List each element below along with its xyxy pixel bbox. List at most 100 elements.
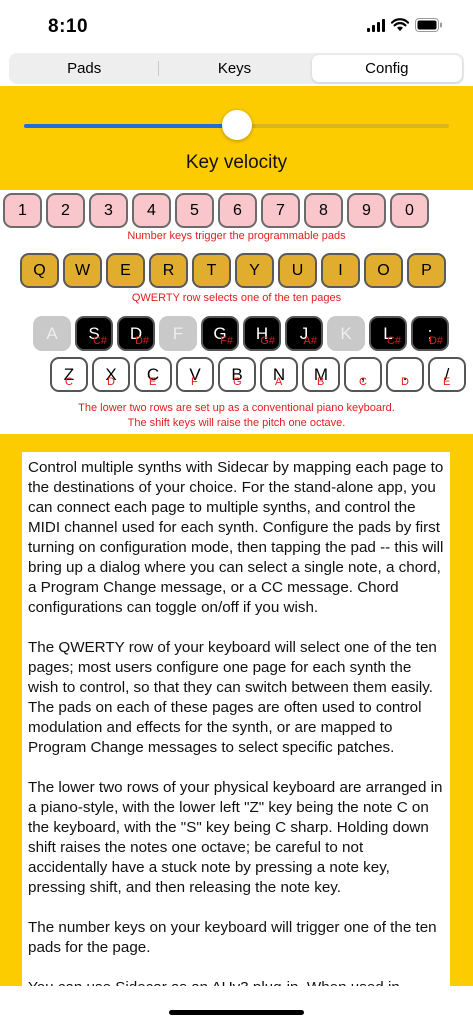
piano-natural-key[interactable]: BG (218, 357, 256, 392)
piano-natural-key[interactable]: VF (176, 357, 214, 392)
number-key[interactable]: 2 (46, 193, 85, 228)
key-note-label: D# (428, 335, 443, 347)
page-select-key[interactable]: R (149, 253, 188, 288)
piano-natural-key[interactable]: .D (386, 357, 424, 392)
number-key[interactable]: 8 (304, 193, 343, 228)
key-note-label: F (191, 376, 198, 388)
piano-natural-key[interactable]: XD (92, 357, 130, 392)
key-label: 5 (190, 201, 199, 219)
piano-natural-key[interactable]: ZC (50, 357, 88, 392)
piano-sharp-key[interactable]: A (33, 316, 71, 351)
key-note-label: C (65, 376, 73, 388)
status-bar: 8:10 (0, 0, 473, 52)
number-key[interactable]: 6 (218, 193, 257, 228)
piano-natural-key[interactable]: MB (302, 357, 340, 392)
piano-natural-key[interactable]: NA (260, 357, 298, 392)
number-key[interactable]: 4 (132, 193, 171, 228)
key-label: 4 (147, 201, 156, 219)
piano-caption-line-1: The lower two rows are set up as a conve… (78, 402, 395, 414)
velocity-slider-thumb[interactable] (221, 110, 252, 140)
page-select-key[interactable]: I (321, 253, 360, 288)
bottom-area (0, 986, 473, 1024)
help-text-view[interactable]: Control multiple synths with Sidecar by … (22, 452, 450, 986)
piano-natural-key[interactable]: / E (428, 357, 466, 392)
key-note-label: B (317, 376, 325, 388)
key-label: K (340, 323, 352, 343)
key-note-label: A# (303, 335, 317, 347)
key-note-label: D (107, 376, 115, 388)
key-label: 9 (362, 201, 371, 219)
status-time: 8:10 (48, 16, 89, 37)
piano-sharp-key[interactable]: D D# (117, 316, 155, 351)
page-select-key[interactable]: P (407, 253, 446, 288)
key-label: 7 (276, 201, 285, 219)
help-paragraph: You can use Sidecar as an AUv3 plug-in. … (28, 978, 444, 986)
piano-sharp-key[interactable]: G F# (201, 316, 239, 351)
key-label: 0 (405, 201, 414, 219)
help-paragraph: Control multiple synths with Sidecar by … (28, 459, 444, 616)
key-label: P (421, 261, 432, 279)
battery-icon (415, 18, 442, 32)
number-key[interactable]: 5 (175, 193, 214, 228)
key-note-label: A (275, 376, 283, 388)
piano-sharp-key[interactable]: L C# (369, 316, 407, 351)
velocity-label: Key velocity (185, 152, 288, 173)
key-label: W (74, 261, 91, 279)
key-label: 2 (61, 201, 70, 219)
key-note-label: G# (260, 335, 275, 347)
page-select-key[interactable]: W (63, 253, 102, 288)
page-select-key[interactable]: O (364, 253, 403, 288)
key-label: U (291, 261, 304, 279)
key-label: R (162, 261, 175, 279)
velocity-slider-fill (24, 124, 237, 128)
key-label: A (46, 323, 58, 343)
number-key[interactable]: 0 (390, 193, 429, 228)
piano-sharp-key-row: A S C# D D# F G F# H G# J A# K L C#; D# (33, 316, 449, 351)
page-select-key[interactable]: Y (235, 253, 274, 288)
key-label: O (377, 261, 390, 279)
tab-bar: Pads Keys Config (9, 53, 464, 84)
page-select-key[interactable]: T (192, 253, 231, 288)
number-keys-caption: Number keys trigger the programmable pad… (127, 230, 346, 242)
key-label: 3 (104, 201, 113, 219)
key-note-label: D (401, 376, 409, 388)
key-label: Y (249, 261, 260, 279)
number-key[interactable]: 1 (3, 193, 42, 228)
piano-sharp-key[interactable]: S C# (75, 316, 113, 351)
cellular-signal-icon (367, 18, 385, 32)
qwerty-key-row: Q WERTY UIO P (20, 253, 446, 288)
page-select-key[interactable]: Q (20, 253, 59, 288)
key-note-label: E (149, 376, 157, 388)
piano-sharp-key[interactable]: H G# (243, 316, 281, 351)
tab-config[interactable]: Config (311, 55, 462, 82)
key-note-label: G (233, 376, 242, 388)
piano-caption-line-2: The shift keys will raise the pitch one … (127, 417, 346, 429)
qwerty-caption: QWERTY row selects one of the ten pages (131, 292, 342, 304)
piano-sharp-key[interactable]: K (327, 316, 365, 351)
key-note-label: C (359, 376, 367, 388)
page-select-key[interactable]: U (278, 253, 317, 288)
number-key[interactable]: 7 (261, 193, 300, 228)
key-note-label: F# (220, 335, 233, 347)
piano-natural-key[interactable]: CE (134, 357, 172, 392)
tab-keys[interactable]: Keys (159, 53, 309, 84)
key-note-label: D# (134, 335, 149, 347)
number-key[interactable]: 9 (347, 193, 386, 228)
piano-sharp-key[interactable]: F (159, 316, 197, 351)
home-indicator[interactable] (169, 1010, 304, 1015)
page-select-key[interactable]: E (106, 253, 145, 288)
wifi-icon (391, 18, 409, 31)
piano-natural-key-row: Z C X D C E V F B G N A M B, C. D / E (50, 357, 466, 392)
piano-sharp-key[interactable]: J A# (285, 316, 323, 351)
key-label: Q (33, 261, 46, 279)
number-key[interactable]: 3 (89, 193, 128, 228)
piano-sharp-key[interactable]: ; D# (411, 316, 449, 351)
tab-pads[interactable]: Pads (9, 53, 160, 84)
key-label: 6 (233, 201, 242, 219)
key-label: F (172, 323, 184, 343)
piano-natural-key[interactable]: ,C (344, 357, 382, 392)
key-note-label: C# (386, 335, 401, 347)
status-icons (367, 18, 443, 32)
number-key-row: 1 2 3 4 5 6 7 8 9 0 (3, 193, 429, 228)
key-label: 1 (18, 201, 27, 219)
